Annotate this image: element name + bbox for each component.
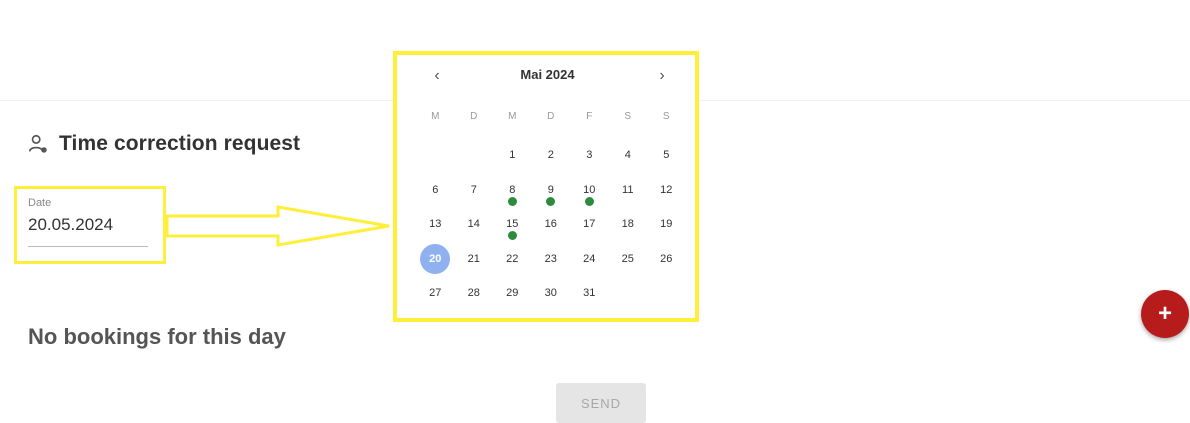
- calendar-day-number: 7: [470, 183, 477, 196]
- calendar-day-number: 31: [583, 287, 596, 300]
- calendar-week-row: 1 2 3 4 5: [416, 138, 686, 173]
- calendar-day[interactable]: 7: [455, 173, 494, 208]
- weekday-header: MDMDFSS: [416, 111, 686, 122]
- calendar-day-number: 30: [544, 287, 557, 300]
- date-field-label: Date: [28, 197, 52, 209]
- calendar-day[interactable]: 29: [493, 276, 532, 311]
- page-title: Time correction request: [27, 132, 300, 156]
- calendar-day[interactable]: 11: [609, 173, 648, 208]
- weekday-label: S: [624, 111, 632, 122]
- calendar-day-number: 13: [429, 218, 442, 231]
- chevron-right-icon[interactable]: ›: [651, 65, 673, 87]
- calendar-day[interactable]: 27: [416, 276, 455, 311]
- calendar-day-number: 6: [432, 183, 439, 196]
- calendar-day[interactable]: 19: [647, 207, 686, 242]
- weekday-label: M: [431, 111, 440, 122]
- weekday-label: F: [586, 111, 593, 122]
- calendar-day[interactable]: 13: [416, 207, 455, 242]
- calendar-day-number: 24: [583, 252, 596, 265]
- calendar-day[interactable]: 28: [455, 276, 494, 311]
- calendar-day-number: 15: [506, 218, 519, 231]
- calendar-week-row: 13 14 15 16 17 18 19: [416, 207, 686, 242]
- calendar-day-number: 19: [660, 218, 673, 231]
- date-field[interactable]: [28, 215, 146, 235]
- send-button[interactable]: SEND: [556, 383, 646, 423]
- calendar-day-number: 1: [509, 149, 516, 162]
- calendar-empty-cell: [455, 138, 494, 173]
- calendar-day-number: 9: [547, 183, 554, 196]
- calendar-day[interactable]: 24: [570, 242, 609, 277]
- calendar-day-number: 23: [544, 252, 557, 265]
- calendar-day[interactable]: 15: [493, 207, 532, 242]
- weekday-label: S: [662, 111, 670, 122]
- calendar-day[interactable]: 12: [647, 173, 686, 208]
- calendar-day-number: 8: [509, 183, 516, 196]
- calendar-day[interactable]: 30: [532, 276, 571, 311]
- weekday-label: D: [470, 111, 478, 122]
- calendar-empty-cell: [609, 276, 648, 311]
- calendar-week-row: 27 28 29 30 31: [416, 276, 686, 311]
- calendar-day[interactable]: 5: [647, 138, 686, 173]
- calendar-week-row: 20 21 22 23 24 25 26: [416, 242, 686, 277]
- calendar-day[interactable]: 6: [416, 173, 455, 208]
- booking-marker-dot: [546, 196, 556, 206]
- calendar-day[interactable]: 18: [609, 207, 648, 242]
- booking-marker-dot: [584, 196, 594, 206]
- page-title-text: Time correction request: [59, 132, 301, 155]
- calendar-day-number: 14: [467, 218, 480, 231]
- calendar-day-number: 28: [467, 287, 480, 300]
- calendar-day[interactable]: 22: [493, 242, 532, 277]
- calendar-day-number: 20: [420, 243, 451, 274]
- calendar-day-number: 5: [663, 149, 670, 162]
- calendar-day-number: 4: [624, 149, 631, 162]
- calendar-day[interactable]: 1: [493, 138, 532, 173]
- empty-state-message: No bookings for this day: [28, 324, 286, 349]
- calendar-day[interactable]: 14: [455, 207, 494, 242]
- weekday-label: D: [547, 111, 555, 122]
- calendar-empty-cell: [416, 138, 455, 173]
- calendar-day[interactable]: 10: [570, 173, 609, 208]
- calendar-day[interactable]: 9: [532, 173, 571, 208]
- calendar-day[interactable]: 31: [570, 276, 609, 311]
- calendar-day-number: 12: [660, 183, 673, 196]
- calendar-day-number: 29: [506, 287, 519, 300]
- person-icon: [28, 134, 47, 153]
- calendar-day-number: 27: [429, 287, 442, 300]
- calendar-day-number: 18: [621, 218, 634, 231]
- calendar-day-number: 16: [544, 218, 557, 231]
- calendar-week-row: 6 7 8 9 10 11 12: [416, 173, 686, 208]
- calendar-day[interactable]: 2: [532, 138, 571, 173]
- calendar-day-number: 21: [467, 252, 480, 265]
- calendar-day[interactable]: 20: [416, 242, 455, 277]
- calendar-day-number: 11: [622, 183, 634, 196]
- highlight-arrow: [166, 205, 390, 247]
- calendar-day[interactable]: 26: [647, 242, 686, 277]
- calendar-day[interactable]: 4: [609, 138, 648, 173]
- calendar-day[interactable]: 23: [532, 242, 571, 277]
- calendar-day-number: 22: [506, 252, 519, 265]
- calendar-empty-cell: [647, 276, 686, 311]
- calendar-day-number: 3: [586, 149, 593, 162]
- calendar-header: ‹ Mai 2024 ›: [420, 62, 675, 90]
- calendar-day[interactable]: 21: [455, 242, 494, 277]
- calendar-day-number: 17: [583, 218, 596, 231]
- calendar-day[interactable]: 16: [532, 207, 571, 242]
- calendar-day[interactable]: 17: [570, 207, 609, 242]
- calendar-day[interactable]: 25: [609, 242, 648, 277]
- calendar-day[interactable]: 3: [570, 138, 609, 173]
- calendar-day[interactable]: 8: [493, 173, 532, 208]
- calendar-month-label: Mai 2024: [520, 67, 575, 82]
- calendar-day-number: 2: [547, 149, 554, 162]
- calendar-grid: 1 2 3 4 5 6 7 8 9 10 11 12 13 14 15 16 17 18 19 20 21 22 23 24 2…: [416, 138, 686, 311]
- add-button[interactable]: +: [1141, 290, 1189, 338]
- calendar-day-number: 26: [660, 252, 673, 265]
- calendar-day-number: 10: [583, 183, 596, 196]
- weekday-label: M: [508, 111, 517, 122]
- plus-icon: +: [1157, 300, 1172, 327]
- date-field-underline: [28, 246, 148, 247]
- calendar-day-number: 25: [621, 252, 634, 265]
- booking-marker-dot: [507, 231, 517, 240]
- booking-marker-dot: [507, 196, 517, 206]
